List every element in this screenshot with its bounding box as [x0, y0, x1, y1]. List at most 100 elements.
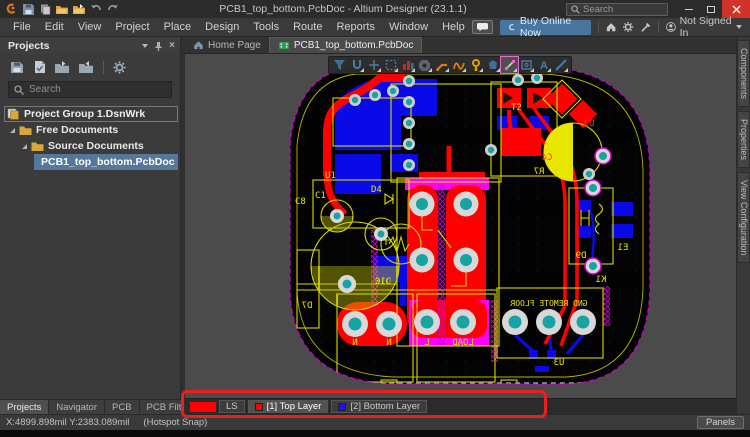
global-search-input[interactable] — [583, 4, 663, 15]
projects-toolbar — [0, 54, 180, 78]
filter-tool-icon[interactable] — [331, 57, 348, 73]
menu-route[interactable]: Route — [286, 21, 329, 33]
interactive-route-tool-icon[interactable] — [433, 57, 450, 73]
select-area-tool-icon[interactable] — [382, 57, 399, 73]
top-layer-color-icon — [255, 403, 263, 411]
user-icon — [666, 21, 676, 33]
workspace-icon — [7, 108, 20, 120]
customize-icon[interactable] — [641, 21, 651, 33]
close-panel-icon[interactable]: × — [169, 40, 175, 51]
chevron-down-icon — [736, 25, 742, 29]
svg-text:E1: E1 — [618, 243, 629, 253]
svg-text:N: N — [386, 338, 391, 348]
pcb-board-view[interactable]: C3 U1 C1 C8 D4 T2 D2 C4 R7 D9 K1 E1 — [185, 54, 736, 398]
tab-pcb-document[interactable]: PCB1_top_bottom.PcbDoc — [269, 37, 423, 53]
panel-tab-navigator[interactable]: Navigator — [49, 400, 105, 414]
svg-text:U1: U1 — [325, 171, 336, 181]
save-all-icon[interactable] — [10, 60, 24, 74]
menu-tools[interactable]: Tools — [246, 21, 286, 33]
pin-icon[interactable] — [154, 41, 163, 51]
snap-mode-indicator: (Hotspot Snap) — [143, 417, 207, 428]
polygon-pour-tool-icon[interactable] — [484, 57, 501, 73]
open-folder-icon[interactable] — [55, 2, 69, 16]
line-tool-icon[interactable] — [552, 57, 569, 73]
add-document-icon[interactable] — [79, 61, 94, 74]
svg-text:C8: C8 — [295, 197, 306, 207]
layer-tab-bar: LS [1] Top Layer [2] Bottom Layer — [185, 398, 736, 414]
buy-online-button[interactable]: Buy Online Now — [500, 20, 591, 35]
menu-edit[interactable]: Edit — [38, 21, 71, 33]
global-search-box[interactable] — [566, 3, 668, 16]
document-tab-bar: Home Page PCB1_top_bottom.PcbDoc — [185, 37, 736, 54]
projects-panel-title: Projects — [8, 40, 49, 52]
home-icon — [193, 40, 204, 50]
layer-tab-top[interactable]: [1] Top Layer — [248, 400, 329, 413]
svg-text:C1: C1 — [315, 191, 326, 201]
open-project-icon[interactable] — [72, 2, 86, 16]
right-panel-tab-strip: Components Properties View Configuration — [736, 37, 750, 414]
tree-item-free-documents[interactable]: Free Documents — [0, 122, 180, 138]
undo-icon[interactable] — [89, 2, 103, 16]
panel-tab-properties[interactable]: Properties — [737, 111, 750, 168]
svg-text:D4: D4 — [371, 185, 382, 195]
pcb-editor-canvas[interactable]: C3 U1 C1 C8 D4 T2 D2 C4 R7 D9 K1 E1 — [185, 54, 736, 398]
open-documents-icon[interactable] — [55, 61, 70, 74]
bottom-layer-color-icon — [338, 403, 346, 411]
comment-icon — [476, 22, 489, 32]
layer-tab-bottom[interactable]: [2] Bottom Layer — [331, 400, 427, 413]
save-icon[interactable] — [21, 2, 35, 16]
menu-place[interactable]: Place — [157, 21, 199, 33]
move-tool-icon[interactable] — [365, 57, 382, 73]
via-tool-icon[interactable] — [467, 57, 484, 73]
menu-file[interactable]: File — [6, 21, 38, 33]
panel-tab-projects[interactable]: Projects — [0, 400, 49, 414]
tree-item-workspace[interactable]: Project Group 1.DsnWrk — [4, 106, 178, 122]
tree-item-pcb-document[interactable]: PCB1_top_bottom.PcbDoc — [34, 154, 178, 170]
home-icon[interactable] — [606, 21, 616, 33]
copy-icon[interactable] — [38, 2, 52, 16]
redo-icon[interactable] — [106, 2, 120, 16]
panel-menu-icon[interactable] — [142, 44, 148, 48]
menu-project[interactable]: Project — [108, 21, 156, 33]
gear-icon[interactable] — [623, 21, 633, 33]
tab-home-page[interactable]: Home Page — [185, 37, 269, 53]
menu-help[interactable]: Help — [435, 21, 472, 33]
sign-in-control[interactable]: Not Signed In — [666, 15, 742, 39]
projects-search-box[interactable] — [8, 81, 172, 98]
menu-reports[interactable]: Reports — [329, 21, 382, 33]
projects-tree: Project Group 1.DsnWrk Free Documents So… — [0, 102, 180, 399]
svg-text:D7: D7 — [302, 301, 313, 311]
menu-window[interactable]: Window — [382, 21, 435, 33]
bottom-strip — [0, 430, 750, 437]
status-bar: X:4899.898mil Y:2383.089mil (Hotspot Sna… — [0, 414, 750, 430]
place-component-tool-icon[interactable] — [518, 57, 535, 73]
panel-tab-components[interactable]: Components — [737, 40, 750, 107]
route-diff-pair-tool-icon[interactable] — [450, 57, 467, 73]
tree-expander-icon[interactable] — [10, 128, 15, 133]
panel-settings-gear-icon[interactable] — [113, 61, 126, 74]
search-icon — [571, 5, 580, 14]
svg-text:L: L — [424, 338, 429, 348]
svg-text:R7: R7 — [534, 167, 545, 177]
projects-search-input[interactable] — [29, 84, 166, 95]
cursor-coordinates: X:4899.898mil Y:2383.089mil — [6, 417, 129, 428]
validate-project-icon[interactable] — [33, 60, 46, 74]
comment-button[interactable] — [472, 20, 494, 34]
svg-text:D2: D2 — [584, 119, 595, 129]
panel-tab-pcb[interactable]: PCB — [105, 400, 140, 414]
snapping-tool-icon[interactable] — [348, 57, 365, 73]
menu-design[interactable]: Design — [198, 21, 246, 33]
panels-button[interactable]: Panels — [697, 416, 744, 429]
svg-text:C4: C4 — [542, 153, 553, 163]
layer-sets-button[interactable]: LS — [219, 400, 245, 413]
tree-item-source-documents[interactable]: Source Documents — [0, 138, 180, 154]
pcb-doc-icon — [278, 41, 290, 50]
pad-tool-icon[interactable] — [416, 57, 433, 73]
slice-tracks-tool-icon[interactable] — [501, 57, 518, 73]
tree-expander-icon[interactable] — [22, 144, 27, 149]
pad-stack-tool-icon[interactable] — [399, 57, 416, 73]
panel-tab-view-configuration[interactable]: View Configuration — [737, 172, 750, 263]
window-title: PCB1_top_bottom.PcbDoc - Altium Designer… — [120, 3, 566, 15]
string-text-tool-icon[interactable]: A — [535, 57, 552, 73]
menu-view[interactable]: View — [71, 21, 109, 33]
